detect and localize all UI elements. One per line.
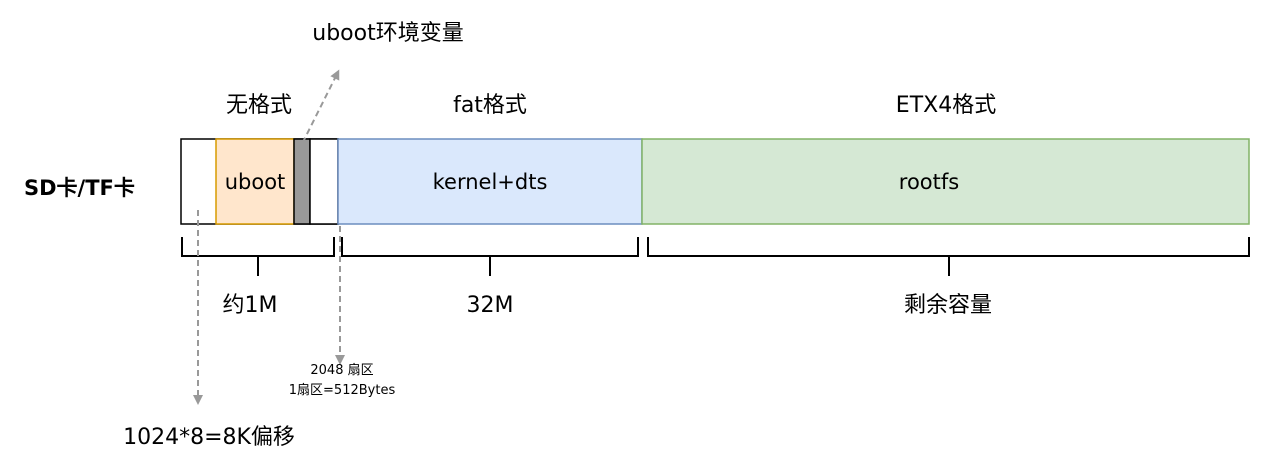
- uboot-env-block: [293, 138, 311, 225]
- raw-format-label: 无格式: [225, 93, 293, 118]
- raw-size-bracket: [181, 237, 335, 276]
- fat-size-bracket: [341, 237, 639, 276]
- partition-diagram: [180, 69, 1250, 405]
- rootfs-label: rootfs: [898, 170, 960, 194]
- fat-format-label: fat格式: [453, 93, 527, 118]
- ext4-size-label: 剩余容量: [903, 293, 993, 318]
- uboot-label: uboot: [224, 170, 286, 194]
- sector-count-label: 2048 扇区: [310, 363, 374, 378]
- sd-card-label: SD卡/TF卡: [24, 176, 135, 200]
- offset-label: 1024*8=8K偏移: [123, 425, 295, 450]
- ext4-format-label: ETX4格式: [895, 93, 997, 118]
- ext4-size-bracket: [647, 237, 1250, 276]
- sector-size-label: 1扇区=512Bytes: [288, 383, 396, 398]
- raw-size-label: 约1M: [222, 293, 278, 318]
- gap-block: [309, 138, 339, 225]
- fat-size-label: 32M: [466, 293, 514, 318]
- uboot-env-label: uboot环境变量: [312, 21, 464, 46]
- kernel-label: kernel+dts: [432, 170, 548, 194]
